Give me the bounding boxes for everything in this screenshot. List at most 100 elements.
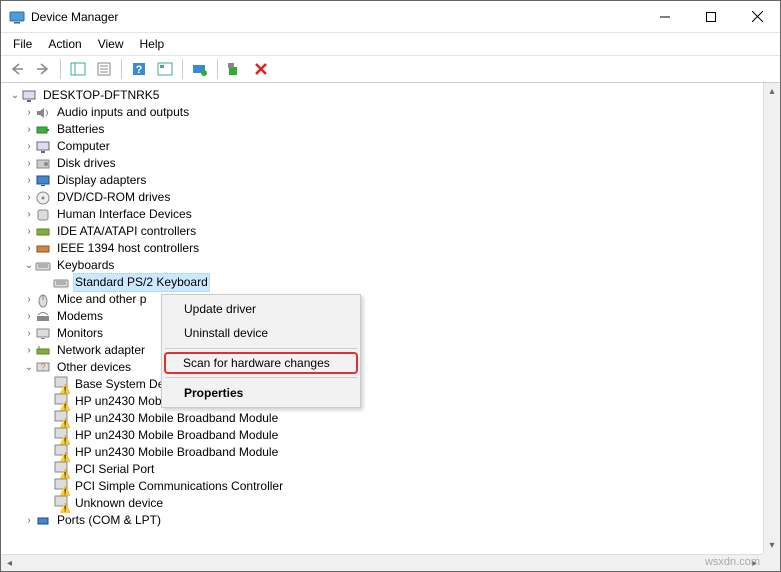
keyboard-icon	[53, 275, 69, 291]
device-category[interactable]: Monitors	[5, 325, 763, 342]
scan-hardware-button[interactable]	[188, 57, 212, 81]
device-item[interactable]: ⚠️PCI Simple Communications Controller	[5, 478, 763, 495]
expand-arrow-icon[interactable]	[23, 121, 35, 138]
device-item[interactable]: ⚠️HP un2430 Mobile Broadband Module	[5, 427, 763, 444]
device-category[interactable]: Ports (COM & LPT)	[5, 512, 763, 529]
device-category[interactable]: Network adapter	[5, 342, 763, 359]
window-buttons	[642, 1, 780, 32]
menu-file[interactable]: File	[5, 35, 40, 53]
hid-icon	[35, 207, 51, 223]
toolbar-separator	[217, 59, 218, 79]
node-label: IEEE 1394 host controllers	[55, 240, 201, 257]
node-label: Unknown device	[73, 495, 165, 512]
device-category[interactable]: Modems	[5, 308, 763, 325]
device-category[interactable]: Display adapters	[5, 172, 763, 189]
device-item[interactable]: ⚠️PCI Serial Port	[5, 461, 763, 478]
node-label: Human Interface Devices	[55, 206, 194, 223]
scroll-up-button[interactable]: ▴	[764, 83, 780, 100]
ieee-icon	[35, 241, 51, 257]
device-item[interactable]: ⚠️HP un2430 Mobile Broadband Module	[5, 410, 763, 427]
expand-arrow-icon[interactable]	[23, 206, 35, 223]
expand-arrow-icon[interactable]	[23, 172, 35, 189]
device-category[interactable]: Human Interface Devices	[5, 206, 763, 223]
expand-arrow-icon[interactable]	[23, 104, 35, 121]
scroll-corner	[763, 554, 780, 571]
scroll-down-button[interactable]: ▾	[764, 537, 780, 554]
menu-action[interactable]: Action	[40, 35, 89, 53]
horizontal-scrollbar[interactable]: ◂ ▸	[1, 554, 763, 571]
ctx-update-driver[interactable]: Update driver	[164, 297, 358, 321]
device-category[interactable]: Batteries	[5, 121, 763, 138]
node-label: Display adapters	[55, 172, 148, 189]
node-label: PCI Simple Communications Controller	[73, 478, 285, 495]
device-item[interactable]: ⚠️Unknown device	[5, 495, 763, 512]
device-item[interactable]: Standard PS/2 Keyboard	[5, 274, 763, 291]
expand-arrow-icon[interactable]	[23, 155, 35, 172]
device-item[interactable]: ⚠️Base System Dev	[5, 376, 763, 393]
menubar: File Action View Help	[1, 33, 780, 55]
device-category[interactable]: Computer	[5, 138, 763, 155]
root-node[interactable]: DESKTOP-DFTNRK5	[5, 87, 763, 104]
expand-arrow-icon[interactable]	[23, 512, 35, 529]
back-button[interactable]	[5, 57, 29, 81]
minimize-button[interactable]	[642, 1, 688, 32]
node-label: DVD/CD-ROM drives	[55, 189, 172, 206]
expand-arrow-icon[interactable]	[9, 87, 21, 104]
watermark: wsxdn.com	[705, 556, 760, 568]
add-legacy-hardware-button[interactable]	[223, 57, 247, 81]
expand-arrow-icon[interactable]	[23, 308, 35, 325]
device-category[interactable]: Mice and other p	[5, 291, 763, 308]
node-label: PCI Serial Port	[73, 461, 156, 478]
ctx-properties[interactable]: Properties	[164, 381, 358, 405]
expand-arrow-icon[interactable]	[23, 138, 35, 155]
node-label: Ports (COM & LPT)	[55, 512, 163, 529]
ctx-scan-hardware[interactable]: Scan for hardware changes	[164, 352, 358, 374]
uninstall-button[interactable]	[249, 57, 273, 81]
scroll-left-button[interactable]: ◂	[1, 555, 18, 571]
node-label: Base System Dev	[73, 376, 172, 393]
expand-arrow-icon[interactable]	[23, 189, 35, 206]
close-button[interactable]	[734, 1, 780, 32]
scroll-track[interactable]	[18, 555, 746, 571]
menu-help[interactable]: Help	[132, 35, 173, 53]
node-label: DESKTOP-DFTNRK5	[41, 87, 161, 104]
device-item[interactable]: ⚠️HP un2430 Mobile Broadband Module	[5, 444, 763, 461]
node-label: Audio inputs and outputs	[55, 104, 191, 121]
device-category[interactable]: DVD/CD-ROM drives	[5, 189, 763, 206]
expand-arrow-icon[interactable]	[23, 257, 35, 274]
show-hide-console-tree-button[interactable]	[66, 57, 90, 81]
device-category[interactable]: Audio inputs and outputs	[5, 104, 763, 121]
svg-text:?: ?	[40, 362, 45, 372]
modem-icon	[35, 309, 51, 325]
expand-arrow-icon[interactable]	[23, 342, 35, 359]
scroll-track[interactable]	[764, 100, 780, 537]
toolbar-separator	[121, 59, 122, 79]
network-icon	[35, 343, 51, 359]
maximize-button[interactable]	[688, 1, 734, 32]
expand-arrow-icon[interactable]	[23, 240, 35, 257]
action-button[interactable]	[153, 57, 177, 81]
node-label: Network adapter	[55, 342, 147, 359]
vertical-scrollbar[interactable]: ▴ ▾	[763, 83, 780, 554]
svg-text:?: ?	[136, 64, 143, 76]
forward-button[interactable]	[31, 57, 55, 81]
ctx-uninstall-device[interactable]: Uninstall device	[164, 321, 358, 345]
device-category[interactable]: IDE ATA/ATAPI controllers	[5, 223, 763, 240]
properties-button[interactable]	[92, 57, 116, 81]
node-label: HP un2430 Mobile Broadband Module	[73, 410, 280, 427]
device-tree[interactable]: DESKTOP-DFTNRK5Audio inputs and outputsB…	[1, 83, 763, 554]
expand-arrow-icon[interactable]	[23, 325, 35, 342]
device-category[interactable]: Disk drives	[5, 155, 763, 172]
toolbar: ?	[1, 55, 780, 83]
expand-arrow-icon[interactable]	[23, 291, 35, 308]
ports-icon	[35, 513, 51, 529]
device-category[interactable]: Keyboards	[5, 257, 763, 274]
expand-arrow-icon[interactable]	[23, 359, 35, 376]
expand-arrow-icon[interactable]	[23, 223, 35, 240]
menu-view[interactable]: View	[90, 35, 132, 53]
node-label: HP un2430 Mobile Broadband Module	[73, 444, 280, 461]
device-category[interactable]: IEEE 1394 host controllers	[5, 240, 763, 257]
device-category[interactable]: ?Other devices	[5, 359, 763, 376]
device-item[interactable]: ⚠️HP un2430 Mobile Broadband Module	[5, 393, 763, 410]
help-button[interactable]: ?	[127, 57, 151, 81]
